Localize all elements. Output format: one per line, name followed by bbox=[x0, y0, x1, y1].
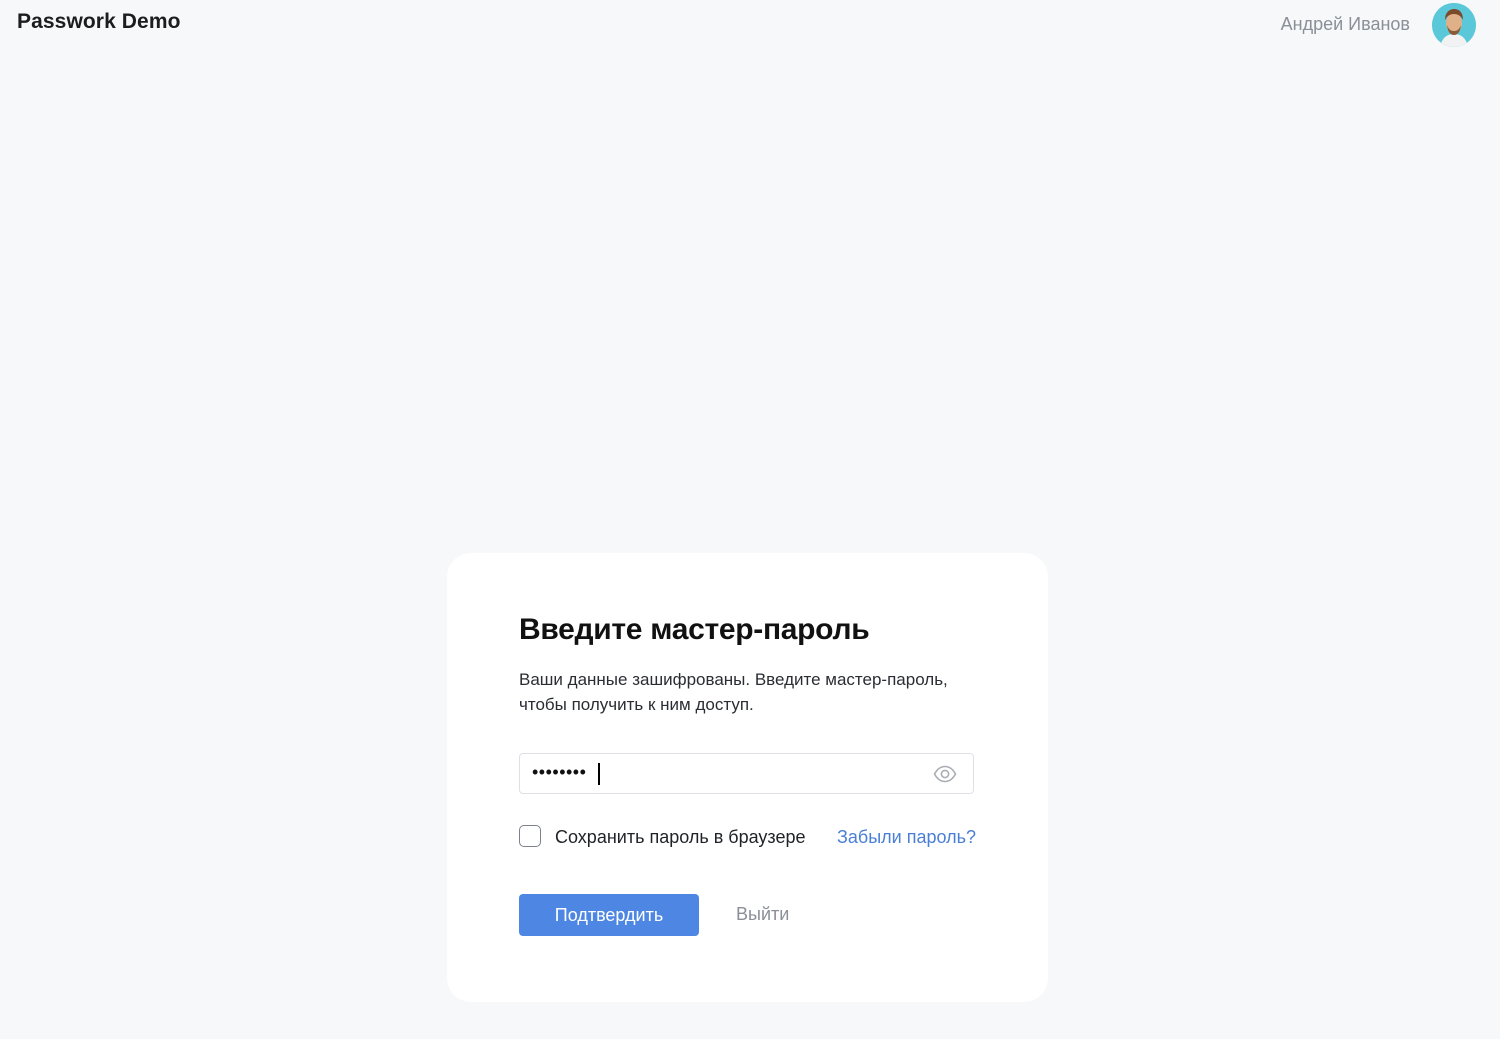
top-bar: Passwork Demo Андрей Иванов bbox=[0, 0, 1500, 50]
user-avatar[interactable] bbox=[1432, 3, 1476, 47]
user-name[interactable]: Андрей Иванов bbox=[1281, 14, 1410, 35]
remember-password-label[interactable]: Сохранить пароль в браузере bbox=[555, 827, 806, 848]
master-password-dialog: Введите мастер-пароль Ваши данные зашифр… bbox=[447, 553, 1048, 1002]
dialog-title: Введите мастер-пароль bbox=[519, 613, 870, 646]
text-caret bbox=[598, 763, 600, 785]
forgot-password-link[interactable]: Забыли пароль? bbox=[837, 827, 976, 848]
confirm-button[interactable]: Подтвердить bbox=[519, 894, 699, 936]
avatar-photo-icon bbox=[1432, 3, 1476, 47]
app-brand[interactable]: Passwork Demo bbox=[17, 10, 181, 34]
master-password-input[interactable]: •••••••• bbox=[519, 753, 974, 794]
password-value: •••••••• bbox=[532, 762, 587, 782]
remember-password-checkbox[interactable] bbox=[519, 825, 541, 847]
eye-icon[interactable] bbox=[933, 765, 957, 783]
dialog-subtitle: Ваши данные зашифрованы. Введите мастер-… bbox=[519, 670, 948, 714]
logout-button[interactable]: Выйти bbox=[736, 904, 789, 925]
